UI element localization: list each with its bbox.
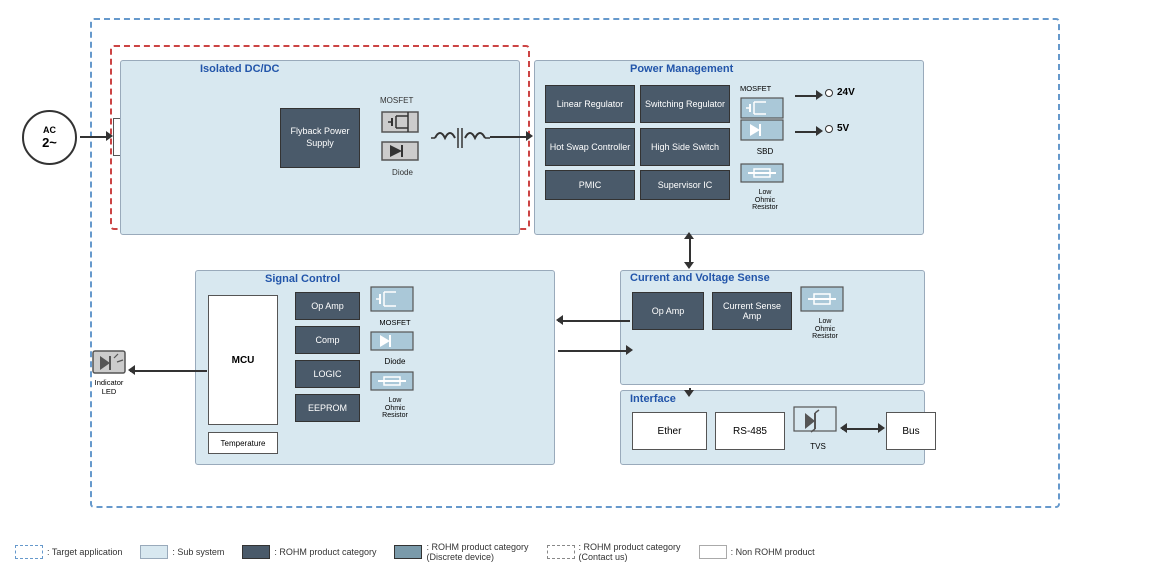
mosfet-sc-symbol: MOSFET	[370, 285, 420, 325]
arrow-sc-cv-head	[626, 345, 633, 355]
legend-rohm-medium-box	[394, 545, 422, 559]
arrow-sc-led	[130, 370, 207, 372]
legend-rohm-contact-box	[547, 545, 575, 559]
cv-sense-title: Current and Voltage Sense	[630, 272, 770, 284]
tvs-symbol: TVS	[793, 405, 843, 455]
arrow-to-24v-head	[816, 90, 823, 100]
arrow-tvs-left-head	[840, 423, 847, 433]
arrow-tvs-right-head	[878, 423, 885, 433]
arrow-sc-cv	[558, 350, 630, 352]
arrow-cv-if-head	[684, 390, 694, 397]
arrow-sc-led-head	[128, 365, 135, 375]
ac-tilde: 2~	[42, 135, 57, 150]
diode-sc-symbol: Diode	[370, 330, 420, 365]
low-ohmic-pm-symbol: LowOhmicResistor	[740, 162, 790, 200]
hot-swap-box: Hot Swap Controller	[545, 128, 635, 166]
linear-reg-box: Linear Regulator	[545, 85, 635, 123]
high-side-box: High Side Switch	[640, 128, 730, 166]
legend-target-app: : Target application	[15, 545, 122, 559]
logic-box: LOGIC	[295, 360, 360, 388]
arrow-cv-sc	[558, 320, 630, 322]
legend-non-rohm: : Non ROHM product	[699, 545, 815, 559]
bus-box: Bus	[886, 412, 936, 450]
op-amp-cv-box: Op Amp	[632, 292, 704, 330]
legend-rohm-dark-box	[242, 545, 270, 559]
legend-sub-system-box	[140, 545, 168, 559]
supervisor-box: Supervisor IC	[640, 170, 730, 200]
arrow-transformer-pm-head	[526, 131, 533, 141]
legend-non-rohm-box	[699, 545, 727, 559]
legend-rohm-contact: : ROHM product category(Contact us)	[547, 542, 681, 562]
output-5v: 5V	[825, 123, 849, 134]
diode-symbol-isolated: Diode	[380, 140, 425, 175]
mosfet-symbol-isolated: MOSFET	[380, 90, 425, 122]
signal-control-title: Signal Control	[265, 273, 340, 285]
low-ohmic-cv-symbol: LowOhmicResistor	[800, 285, 850, 335]
ac-label: AC	[43, 125, 56, 135]
op-amp-sc-box: Op Amp	[295, 292, 360, 320]
comp-box: Comp	[295, 326, 360, 354]
interface-title: Interface	[630, 393, 676, 405]
temperature-box: Temperature	[208, 432, 278, 454]
flyback-box: Flyback Power Supply	[280, 108, 360, 168]
legend-rohm-dark: : ROHM product category	[242, 545, 376, 559]
legend: : Target application : Sub system : ROHM…	[15, 542, 1160, 562]
pmic-box: PMIC	[545, 170, 635, 200]
switching-reg-box: Switching Regulator	[640, 85, 730, 123]
power-mgmt-title: Power Management	[630, 63, 733, 75]
mcu-box: MCU	[208, 295, 278, 425]
mosfet-pm-symbol: MOSFET	[740, 78, 790, 113]
low-ohmic-sc-symbol: LowOhmicResistor	[370, 370, 420, 412]
arrow-ac-filter-head	[106, 131, 113, 141]
output-24v: 24V	[825, 87, 855, 98]
legend-sub-system: : Sub system	[140, 545, 224, 559]
eeprom-box: EEPROM	[295, 394, 360, 422]
ac-source: AC 2~	[22, 110, 77, 165]
arrow-pm-to-cv-head2	[684, 232, 694, 239]
arrow-cv-sc-head	[556, 315, 563, 325]
rs485-box: RS-485	[715, 412, 785, 450]
arrow-tvs-bus	[842, 428, 882, 430]
indicator-led-area: Indicator LED	[90, 348, 128, 398]
isolated-dc-title: Isolated DC/DC	[200, 63, 279, 75]
legend-target-app-box	[15, 545, 43, 559]
current-sense-box: Current Sense Amp	[712, 292, 792, 330]
transformer-symbol	[430, 118, 490, 163]
main-container: AC 2~ Filter Isolated DC/DC Flyback Powe…	[0, 0, 1170, 568]
sbd-symbol: SBD	[740, 118, 790, 153]
ether-box: Ether	[632, 412, 707, 450]
arrow-to-5v-head	[816, 126, 823, 136]
arrow-transformer-pm	[490, 136, 530, 138]
legend-rohm-medium: : ROHM product category(Discrete device)	[394, 542, 528, 562]
arrow-pm-to-cv-head	[684, 262, 694, 269]
